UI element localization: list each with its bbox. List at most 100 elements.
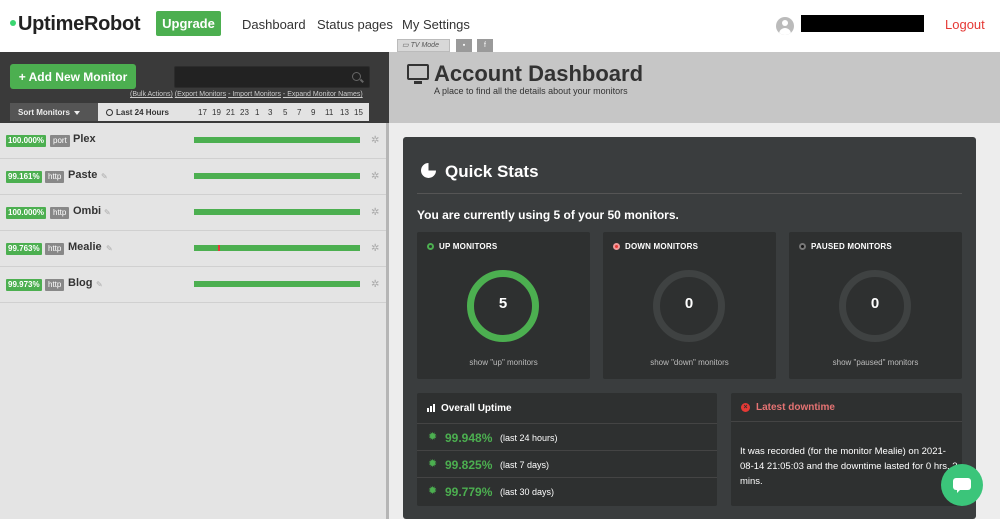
latest-downtime-text: It was recorded (for the monitor Mealie)… [740,446,958,487]
gear-icon[interactable]: ✲ [371,172,381,182]
hour-tick: 5 [283,108,288,117]
hour-tick: 11 [325,108,334,117]
type-badge: http [50,207,70,219]
sort-monitors-dropdown[interactable]: Sort Monitors [10,103,98,121]
usage-summary: You are currently using 5 of your 50 mon… [417,208,679,222]
upgrade-button[interactable]: Upgrade [156,11,221,36]
edit-icon[interactable]: ✎ [96,280,103,289]
nav-status-pages[interactable]: Status pages [317,17,393,32]
uptime-percent: 99.825% [445,458,493,472]
show-down-monitors-link[interactable]: show "down" monitors [603,358,776,367]
down-monitors-card: DOWN MONITORS 0 show "down" monitors [603,232,776,379]
count-value: 5 [498,295,508,312]
overall-uptime-title: Overall Uptime [427,403,512,414]
hour-tick: 21 [226,108,235,117]
nav-my-settings[interactable]: My Settings [402,17,470,32]
hour-tick: 9 [311,108,316,117]
last-24-hours-label: Last 24 Hours [106,108,169,117]
nav-dashboard[interactable]: Dashboard [242,17,306,32]
down-status-dot-icon [613,243,620,250]
monitor-search-input[interactable] [174,66,370,88]
up-monitors-card: UP MONITORS 5 show "up" monitors [417,232,590,379]
gear-icon[interactable]: ✲ [371,244,381,254]
bulk-links: (Bulk Actions) (Export Monitors - Import… [130,91,363,98]
pie-chart-icon [421,163,436,178]
import-monitors-link[interactable]: - Import Monitors [228,91,281,98]
uptime-percent: 99.779% [445,485,493,499]
facebook-icon[interactable]: f [477,39,493,52]
bulk-actions-link[interactable]: (Bulk Actions) [130,91,173,98]
hour-tick: 7 [297,108,302,117]
monitor-row[interactable]: 99.763% http Mealie ✎ ✲ [0,231,389,267]
logo-dot-icon [10,19,16,26]
divider [417,193,962,194]
paused-status-dot-icon [799,243,806,250]
uptime-bar [194,173,360,179]
monitor-row[interactable]: 99.161% http Paste ✎ ✲ [0,159,389,195]
uptime-bar [194,281,360,287]
monitor-name[interactable]: Ombi [73,205,101,217]
tv-mode-button[interactable]: ▭ TV Mode [397,39,450,52]
monitor-name[interactable]: Plex [73,133,96,145]
downtime-marker [218,245,220,251]
monitor-name[interactable]: Mealie [68,241,102,253]
card-label: UP MONITORS [439,242,498,251]
sort-monitors-label: Sort Monitors [18,108,70,117]
logo[interactable]: UptimeRobot [10,13,141,36]
badge-icon: ✹ [428,431,438,443]
latest-downtime-panel: × Latest downtime It was recorded (for t… [731,393,962,506]
hours-label-text: Last 24 Hours [116,108,169,117]
monitor-row[interactable]: 100.000% port Plex ✲ [0,123,389,159]
show-up-monitors-link[interactable]: show "up" monitors [417,358,590,367]
uptime-row: ✹ 99.825% (last 7 days) [417,450,717,477]
hour-tick: 1 [255,108,260,117]
caret-down-icon [74,110,80,115]
logout-link[interactable]: Logout [945,17,985,32]
count-ring: 5 [467,270,539,342]
top-nav: UptimeRobot Upgrade Dashboard Status pag… [0,0,1000,52]
gear-icon[interactable]: ✲ [371,208,381,218]
gear-icon[interactable]: ✲ [371,280,381,290]
card-heading: DOWN MONITORS [613,242,698,251]
uptime-badge: 99.763% [6,243,42,255]
uptime-badge: 100.000% [6,135,47,147]
clock-icon [106,109,113,116]
monitor-name[interactable]: Blog [68,277,92,289]
edit-icon[interactable]: ✎ [101,172,108,181]
badge-icon: ✹ [428,485,438,497]
hour-tick: 15 [354,108,363,117]
user-avatar-icon[interactable] [776,17,794,35]
add-new-monitor-button[interactable]: + Add New Monitor [10,64,136,89]
gear-icon[interactable]: ✲ [371,136,381,146]
edit-icon[interactable]: ✎ [106,244,113,253]
expand-monitor-names-link[interactable]: - Expand Monitor Names) [283,91,363,98]
show-paused-monitors-link[interactable]: show "paused" monitors [789,358,962,367]
hour-tick: 23 [240,108,249,117]
monitor-icon [407,64,429,84]
uptime-period: (last 24 hours) [500,433,558,443]
quick-stats-title: Quick Stats [445,162,539,181]
edit-icon[interactable]: ✎ [104,208,111,217]
uptime-badge: 100.000% [6,207,47,219]
overall-uptime-label: Overall Uptime [441,403,512,414]
tv-mode-icon: ▭ [402,42,411,49]
chat-button[interactable] [941,464,983,506]
export-monitors-link[interactable]: (Export Monitors [175,91,226,98]
logo-text: UptimeRobot [18,13,141,35]
monitor-row[interactable]: 100.000% http Ombi ✎ ✲ [0,195,389,231]
uptime-period: (last 7 days) [500,460,550,470]
chat-bubble-icon [953,478,971,493]
plus-icon: + [18,69,29,84]
monitor-name[interactable]: Paste [68,169,97,181]
monitor-row[interactable]: 99.973% http Blog ✎ ✲ [0,267,389,303]
count-ring: 0 [653,270,725,342]
uptime-row: ✹ 99.779% (last 30 days) [417,477,717,504]
type-badge: port [50,135,70,147]
type-badge: http [45,243,65,255]
overall-uptime-panel: Overall Uptime ✹ 99.948% (last 24 hours)… [417,393,717,506]
uptime-period: (last 30 days) [500,487,555,497]
twitter-icon[interactable]: ▪ [456,39,472,52]
card-heading: UP MONITORS [427,242,497,251]
count-ring: 0 [839,270,911,342]
paused-monitors-card: PAUSED MONITORS 0 show "paused" monitors [789,232,962,379]
